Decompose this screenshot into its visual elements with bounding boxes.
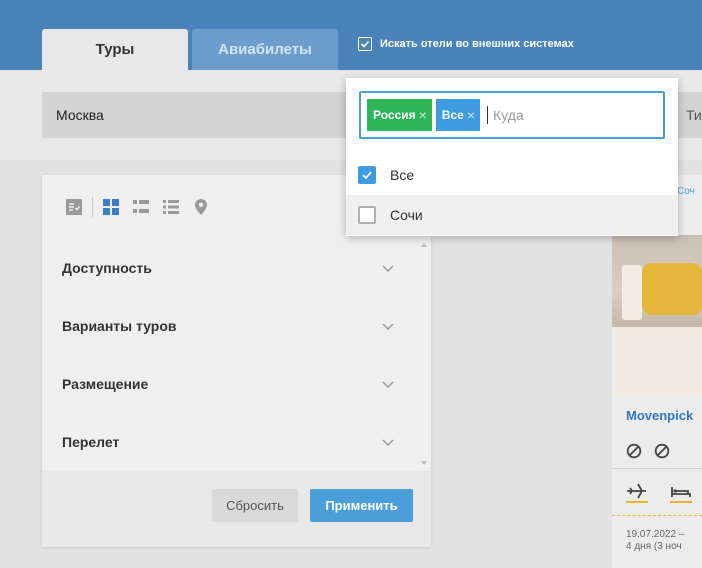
checkbox-checked-icon[interactable] xyxy=(358,166,376,184)
external-search-checkbox[interactable]: Искать отели во внешних системах xyxy=(358,37,574,51)
option-all[interactable]: Все xyxy=(346,155,678,195)
filter-label: Перелет xyxy=(62,434,120,450)
chevron-down-icon xyxy=(382,439,394,447)
chip-label: Россия xyxy=(373,108,416,122)
filter-label: Доступность xyxy=(62,260,152,276)
filter-accommodation[interactable]: Размещение xyxy=(42,355,431,413)
travel-icons xyxy=(626,481,692,503)
option-label: Сочи xyxy=(390,207,423,223)
filter-scrollbar[interactable] xyxy=(421,243,427,465)
option-label: Все xyxy=(390,167,415,183)
hotel-location-link[interactable]: Соч xyxy=(677,186,695,197)
chip-region[interactable]: Все × xyxy=(435,99,480,131)
checklist-icon[interactable] xyxy=(66,199,82,215)
chevron-down-icon xyxy=(382,381,394,389)
tour-duration: 4 дня (3 ноч xyxy=(626,541,682,552)
photo-lamp xyxy=(622,265,642,320)
filter-list: Доступность Варианты туров Размещение Пе… xyxy=(42,239,431,471)
chevron-down-icon xyxy=(382,323,394,331)
chip-label: Все xyxy=(441,108,464,122)
reset-button[interactable]: Сбросить xyxy=(212,489,298,522)
departure-city-value: Москва xyxy=(56,107,104,123)
apply-button[interactable]: Применить xyxy=(310,489,413,522)
bed-icon xyxy=(670,481,692,503)
photo-pillow xyxy=(642,263,702,315)
external-search-label: Искать отели во внешних системах xyxy=(380,38,574,50)
option-sochi[interactable]: Сочи xyxy=(346,195,678,235)
departure-city-field[interactable]: Москва xyxy=(42,92,372,138)
checkbox-empty-icon[interactable] xyxy=(358,206,376,224)
tour-date: 19.07.2022 – xyxy=(626,529,685,540)
airplane-icon xyxy=(626,481,648,503)
filter-flight[interactable]: Перелет xyxy=(42,413,431,471)
filter-tour-variants[interactable]: Варианты туров xyxy=(42,297,431,355)
destination-dropdown: Россия × Все × Куда Все Сочи xyxy=(346,78,678,236)
filter-label: Варианты туров xyxy=(62,318,177,334)
hotel-photo[interactable] xyxy=(612,235,702,395)
filter-availability[interactable]: Доступность xyxy=(42,239,431,297)
toolbar-separator xyxy=(92,197,93,217)
tour-type-label: Ти xyxy=(686,107,702,123)
close-icon[interactable]: × xyxy=(467,107,475,123)
no-symbol-icon xyxy=(654,443,670,459)
close-icon[interactable]: × xyxy=(419,107,427,123)
tab-tours-label: Туры xyxy=(95,41,135,58)
chevron-down-icon xyxy=(382,265,394,273)
external-search-check-icon xyxy=(358,37,372,51)
filter-footer: Сбросить Применить xyxy=(42,471,431,547)
destination-input[interactable]: Россия × Все × Куда xyxy=(359,91,665,139)
tab-avia-label: Авиабилеты xyxy=(218,41,312,58)
hotel-name[interactable]: Movenpick xyxy=(626,408,693,423)
scroll-down-arrow-icon[interactable] xyxy=(421,461,427,465)
hotel-feature-icons xyxy=(626,443,670,459)
grid-icon[interactable] xyxy=(103,199,119,215)
destination-placeholder: Куда xyxy=(493,107,524,123)
tour-type-field[interactable]: Ти xyxy=(674,92,702,138)
tab-avia[interactable]: Авиабилеты xyxy=(192,29,338,70)
card-divider-dashed xyxy=(612,515,702,516)
chip-country[interactable]: Россия × xyxy=(367,99,432,131)
filter-label: Размещение xyxy=(62,376,149,392)
photo-bed xyxy=(612,327,702,395)
card-divider xyxy=(612,468,702,469)
map-pin-icon[interactable] xyxy=(193,199,209,215)
list-detailed-icon[interactable] xyxy=(163,199,179,215)
tab-tours[interactable]: Туры xyxy=(42,29,188,70)
text-caret xyxy=(487,106,488,124)
list-icon[interactable] xyxy=(133,199,149,215)
no-symbol-icon xyxy=(626,443,642,459)
scroll-up-arrow-icon[interactable] xyxy=(421,243,427,247)
